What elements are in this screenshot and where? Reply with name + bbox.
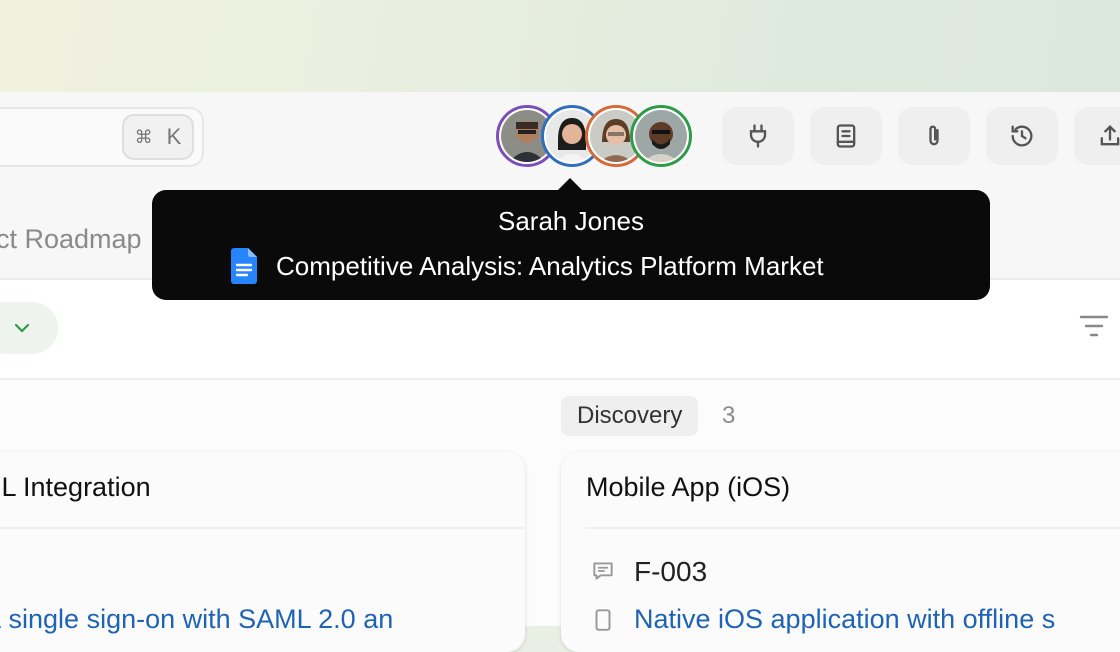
google-doc-icon [231, 248, 257, 284]
docs-button[interactable] [810, 107, 882, 165]
command-key: ⌘ [134, 126, 153, 147]
card-description: a single sign-on with SAML 2.0 an [0, 604, 394, 634]
page-title: ct Roadmap [0, 224, 142, 254]
tooltip-document: Competitive Analysis: Analytics Platform… [228, 248, 824, 284]
card-divider [586, 527, 1120, 529]
person-photo-icon [635, 110, 687, 162]
upload-icon [1100, 125, 1120, 146]
card-description: Native iOS application with offline s [634, 604, 1056, 634]
k-key: K [166, 124, 182, 149]
collaborator-avatars [496, 105, 696, 167]
card-divider [0, 527, 524, 529]
chevron-down-icon [14, 323, 30, 333]
integrations-button[interactable] [722, 107, 794, 165]
card-id: F-003 [634, 556, 708, 587]
search-shortcut-hint: ⌘ K [122, 114, 194, 160]
share-button[interactable] [1074, 107, 1120, 165]
column-count: 3 [722, 402, 736, 429]
collaborator-tooltip: Sarah Jones Competitive Analysis: Analyt… [152, 190, 990, 300]
card-title: IL Integration [0, 472, 151, 502]
attach-button[interactable] [898, 107, 970, 165]
view-dropdown[interactable] [0, 302, 58, 354]
column-label: Discovery [561, 396, 699, 436]
history-icon [1011, 125, 1033, 147]
avatar[interactable] [630, 105, 692, 167]
book-icon [836, 124, 856, 148]
history-button[interactable] [986, 107, 1058, 165]
tooltip-user-name: Sarah Jones [498, 206, 644, 236]
comment-id-icon [593, 562, 613, 580]
plug-icon [749, 124, 767, 148]
document-icon [595, 609, 611, 631]
paperclip-icon [929, 125, 939, 146]
window-top-gradient [0, 0, 1120, 94]
tooltip-document-title[interactable]: Competitive Analysis: Analytics Platform… [276, 251, 824, 282]
filter-icon[interactable] [1078, 310, 1110, 342]
card-title: Mobile App (iOS) [586, 472, 791, 502]
